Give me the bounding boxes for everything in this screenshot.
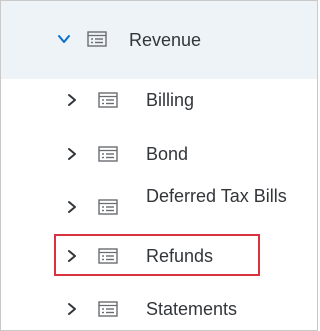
chevron-right-icon[interactable] bbox=[65, 200, 79, 214]
tree-node-revenue[interactable]: Revenue bbox=[1, 1, 317, 79]
tree-node-label: Revenue bbox=[129, 30, 202, 50]
document-list-icon bbox=[87, 31, 107, 47]
document-list-icon bbox=[98, 248, 118, 264]
document-list-icon bbox=[98, 199, 118, 215]
tree-node-label: Statements bbox=[146, 299, 238, 319]
tree-node-label: Refunds bbox=[146, 246, 214, 266]
chevron-right-icon[interactable] bbox=[65, 147, 79, 161]
chevron-down-icon[interactable] bbox=[57, 32, 71, 46]
document-list-icon bbox=[98, 92, 118, 108]
tree-node-statements[interactable]: Statements bbox=[1, 286, 317, 330]
document-list-icon bbox=[98, 146, 118, 162]
tree-node-label: Billing bbox=[146, 90, 195, 110]
chevron-right-icon[interactable] bbox=[65, 302, 79, 316]
tree-node-refunds[interactable]: Refunds bbox=[1, 236, 317, 276]
tree-node-billing[interactable]: Billing bbox=[1, 79, 317, 121]
chevron-right-icon[interactable] bbox=[65, 249, 79, 263]
document-list-icon bbox=[98, 301, 118, 317]
tree-node-deferred-tax-bills[interactable]: Deferred Tax Bills bbox=[1, 181, 317, 233]
tree-node-bond[interactable]: Bond bbox=[1, 133, 317, 175]
tree-panel: Revenue Billing Bond Deferred Tax Bills … bbox=[0, 0, 318, 331]
chevron-right-icon[interactable] bbox=[65, 93, 79, 107]
navigation-tree: Revenue Billing Bond Deferred Tax Bills … bbox=[1, 1, 317, 330]
tree-node-label: Bond bbox=[146, 144, 189, 164]
tree-node-label: Deferred Tax Bills bbox=[146, 186, 287, 206]
